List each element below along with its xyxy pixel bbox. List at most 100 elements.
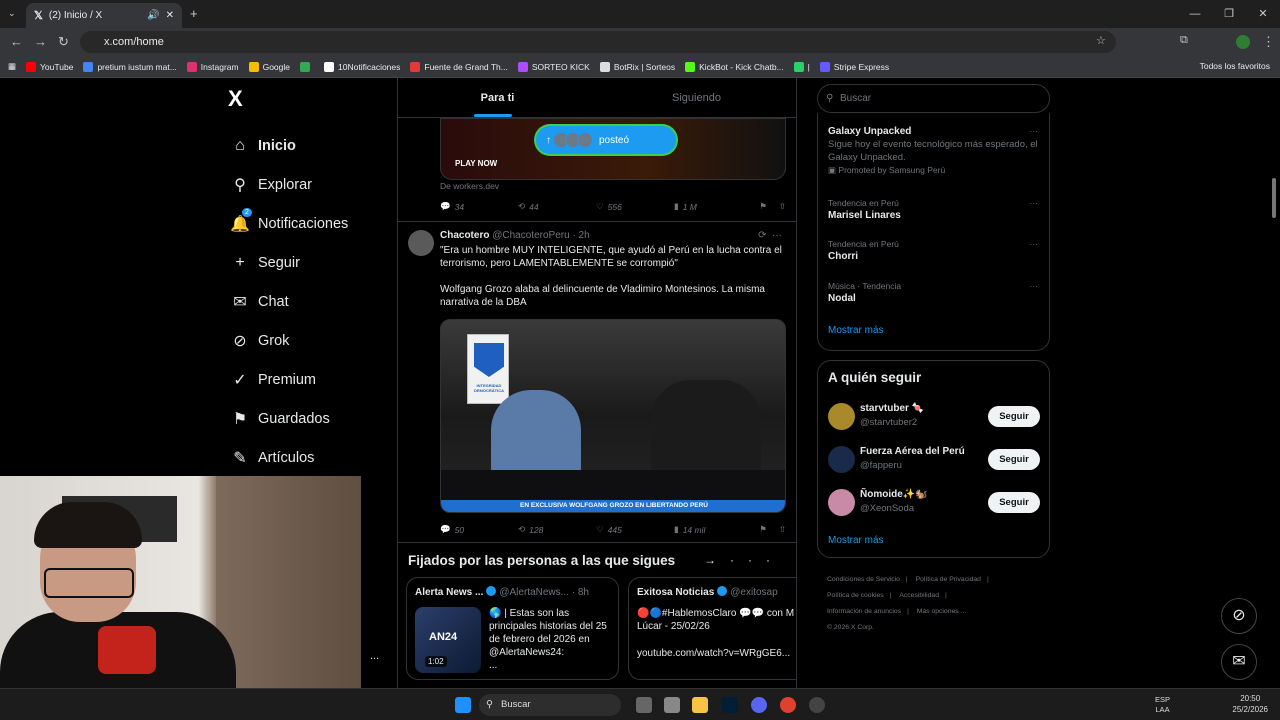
avatar[interactable] [828,489,855,516]
nav-item-home[interactable]: ⌂ Inicio [222,126,392,165]
like-button[interactable]: ♡ 556 [596,201,674,212]
all-bookmarks-folder[interactable]: Todos los favoritos [1200,61,1270,71]
bookmark-item[interactable]: Instagram [186,61,239,72]
windows-start-icon[interactable] [455,697,471,713]
trend-item[interactable]: Tendencia en Perú ··· Chorri [828,238,1038,263]
footer-link[interactable]: Política de Privacidad [916,576,981,583]
bookmark-item[interactable] [300,61,314,72]
new-posts-pill[interactable]: ↑ posteó [536,126,676,154]
footer-link[interactable]: Más opciones ... [917,608,967,615]
photoshop-icon[interactable] [722,697,738,713]
footer-link[interactable]: Accesibilidad [899,592,939,599]
omnibox[interactable]: x.com/home [80,31,1116,53]
bookmark-item[interactable]: Stripe Express [819,61,889,72]
pinned-card[interactable]: Exitosa Noticias @exitosap 🔴🔵#HablemosCla… [628,577,796,680]
more-icon[interactable]: ··· [1030,125,1039,137]
follow-button[interactable]: Seguir [988,406,1040,427]
back-icon[interactable]: ← [10,34,23,49]
repost-button[interactable]: ⟲ 128 [518,524,596,535]
bookmark-item[interactable]: | [793,61,810,72]
tweet-time[interactable]: · 2h [572,230,589,241]
bookmark-icon[interactable]: ⚑ [759,201,767,212]
share-icon[interactable]: ⇧ [779,201,786,212]
more-icon[interactable]: ⟳ ··· [758,230,782,241]
taskbar-search[interactable]: ⚲ Buscar [479,694,621,716]
nav-item-notifications[interactable]: 2 🔔 Notificaciones [222,204,392,243]
profile-avatar[interactable] [1236,35,1250,49]
discord-icon[interactable] [751,697,767,713]
nav-item-articles[interactable]: ✎ Artículos [222,438,392,477]
bookmark-star-icon[interactable]: ☆ [1096,34,1106,47]
avatar[interactable] [828,403,855,430]
reload-icon[interactable]: ↻ [58,34,69,50]
tab-close-icon[interactable]: ✕ [166,10,174,21]
tab-search-icon[interactable]: ⌄ [8,8,16,19]
forward-icon[interactable]: → [34,34,47,49]
show-more-link[interactable]: Mostrar más [828,325,1038,337]
new-tab-icon[interactable]: + [190,6,198,21]
bookmark-item[interactable]: SORTEO KICK [517,61,590,72]
video-thumbnail[interactable]: AN24 1:02 [415,607,481,673]
page-scrollbar[interactable] [1272,178,1276,218]
minimize-icon[interactable]: — [1178,0,1212,28]
apps-icon[interactable]: ▦ [8,61,16,72]
avatar[interactable] [408,230,434,256]
chrome-icon[interactable] [780,697,796,713]
more-icon[interactable]: ··· [1030,197,1039,209]
more-icon[interactable]: ··· [1030,280,1039,292]
views-button[interactable]: ▮ 1 M [674,201,759,212]
app-icon[interactable] [809,697,825,713]
close-window-icon[interactable]: ✕ [1246,0,1280,28]
bookmark-item[interactable]: Google [248,61,290,72]
tweet-video[interactable]: INTEGRIDAD DEMOCRÁTICA EN EXCLUSIVA WOLF… [440,319,786,513]
ad-source[interactable]: De workers.dev [440,181,499,191]
repost-button[interactable]: ⟲ 44 [518,201,596,212]
follow-suggestion[interactable]: starvtuber 🍬 @starvtuber2 Seguir [828,401,1040,433]
search-input[interactable]: ⚲ Buscar [817,84,1050,113]
tab-siguiendo[interactable]: Siguiendo [597,78,796,117]
reply-button[interactable]: 💬 50 [440,524,518,535]
bookmark-item[interactable]: YouTube [26,61,73,72]
views-button[interactable]: ▮ 14 mil [674,524,759,535]
nav-item-follow[interactable]: + Seguir [222,243,392,282]
nav-item-chat[interactable]: ✉ Chat [222,282,392,321]
footer-link[interactable]: Condiciones de Servicio [827,576,900,583]
tab-para-ti[interactable]: Para ti [398,78,597,117]
app-icon[interactable] [664,697,680,713]
show-more-link[interactable]: Mostrar más [828,535,884,546]
x-logo-icon[interactable]: X [228,86,392,112]
follow-suggestion[interactable]: Fuerza Aérea del Perú @fapperu Seguir [828,444,1040,476]
pinned-card[interactable]: Alerta News ... @AlertaNews... · 8h AN24 … [406,577,619,680]
nav-item-premium[interactable]: ✓ Premium [222,360,392,399]
nav-item-grok[interactable]: ⊘ Grok [222,321,392,360]
tweet-author[interactable]: Chacotero [440,230,489,241]
nav-item-bookmarks[interactable]: ⚑ Guardados [222,399,392,438]
reply-button[interactable]: 💬 34 [440,201,518,212]
extensions-icon[interactable]: ⧉ [1180,34,1188,47]
grok-fab-icon[interactable]: ⊘ [1221,598,1257,634]
file-explorer-icon[interactable] [692,697,708,713]
trend-item[interactable]: Galaxy Unpacked ··· Sigue hoy el evento t… [828,125,1038,176]
follow-button[interactable]: Seguir [988,449,1040,470]
maximize-icon[interactable]: ❐ [1212,0,1246,28]
follow-suggestion[interactable]: Ñomoide✨🐿️ @XeonSoda Seguir [828,487,1040,519]
bookmark-icon[interactable]: ⚑ [759,524,767,535]
task-view-icon[interactable] [636,697,652,713]
bookmark-item[interactable]: BotRix | Sorteos [599,61,675,72]
tweet-handle[interactable]: @ChacoteroPeru [492,230,569,241]
more-icon[interactable]: ··· [1030,238,1039,250]
nav-item-explore[interactable]: ⚲ Explorar [222,165,392,204]
share-icon[interactable]: ⇧ [779,524,786,535]
bookmark-item[interactable]: Fuente de Grand Th... [410,61,508,72]
avatar[interactable] [828,446,855,473]
follow-button[interactable]: Seguir [988,492,1040,513]
bookmark-item[interactable]: KickBot - Kick Chatb... [685,61,784,72]
tab-audio-icon[interactable]: 🔊 [147,10,159,21]
nav-more-icon[interactable]: ... [370,650,379,662]
card-link[interactable]: youtube.com/watch?v=WRgGE6... [637,647,796,660]
footer-link[interactable]: Política de cookies [827,592,884,599]
pinned-controls[interactable]: →··· [704,553,784,567]
chrome-menu-icon[interactable]: ⋮ [1262,34,1275,50]
chat-fab-icon[interactable]: ✉ [1221,644,1257,680]
browser-tab[interactable]: 𝕏 (2) Inicio / X 🔊 ✕ [26,3,182,28]
